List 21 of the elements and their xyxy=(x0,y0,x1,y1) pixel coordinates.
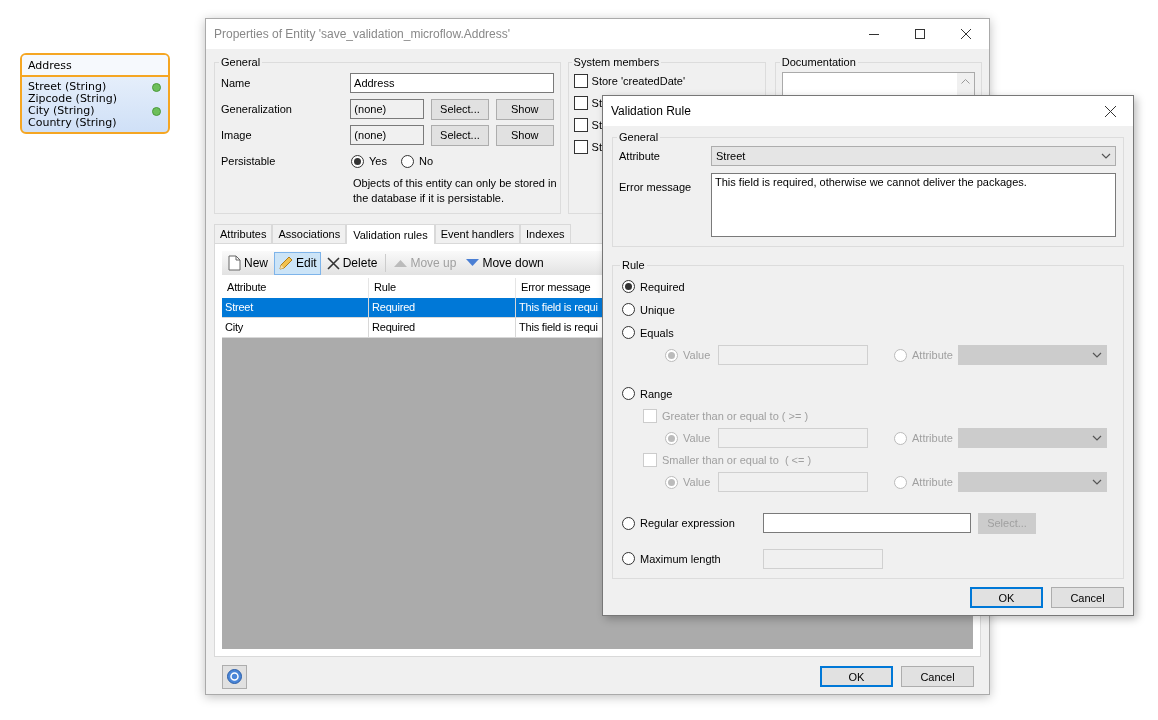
dialog-title: Validation Rule xyxy=(610,104,692,118)
group-title: Rule xyxy=(621,259,646,271)
table-cell: Required xyxy=(369,318,516,338)
group-title: Documentation xyxy=(780,56,857,68)
attribute-label: Street (String) xyxy=(28,81,107,93)
field-label: Persistable xyxy=(221,155,277,167)
window-title: Properties of Entity 'save_validation_microflow.Address' xyxy=(213,27,512,41)
group-title: System members xyxy=(572,56,661,68)
note-text: Objects of this entity can only be stored in the database if it is persistable. xyxy=(353,176,558,206)
attribute-label: Country (String) xyxy=(28,117,117,129)
group-title: General xyxy=(220,56,262,68)
attribute-label: City (String) xyxy=(28,105,95,117)
attribute-label: Zipcode (String) xyxy=(28,93,117,105)
table-cell: City xyxy=(222,318,369,338)
field-label: Error message xyxy=(619,181,692,193)
field-label: Attribute xyxy=(619,150,661,162)
field-label: Name xyxy=(221,77,252,89)
entity-name: Address xyxy=(28,59,72,72)
field-label: Generalization xyxy=(221,103,293,115)
group-title: General xyxy=(618,131,660,143)
field-label: Image xyxy=(221,129,253,141)
